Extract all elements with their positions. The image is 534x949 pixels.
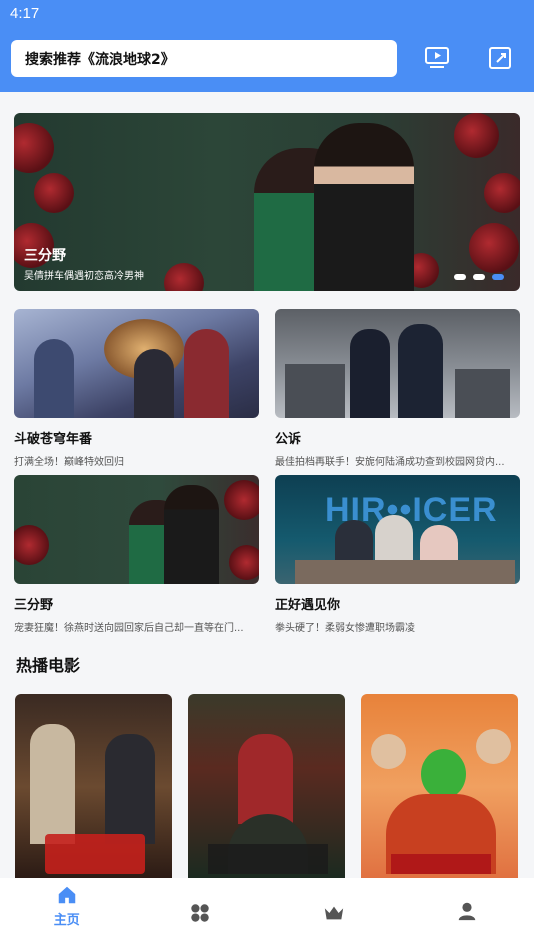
- card-thumbnail: [275, 309, 520, 418]
- category-icon: [191, 904, 209, 922]
- movie-poster[interactable]: [15, 694, 172, 880]
- grid-card[interactable]: 斗破苍穹年番 打满全场！巅峰特效回归: [14, 309, 259, 468]
- grid-card[interactable]: 三分野 宠妻狂魔！徐燕时送向园回家后自己却一直等在门...: [14, 475, 259, 634]
- grid-card[interactable]: 公诉 最佳拍档再联手！安旎何陆涌成功查到校园网贷内...: [275, 309, 520, 468]
- nav-item-home[interactable]: 主页: [0, 878, 134, 949]
- banner-carousel[interactable]: 三分野 吴倩拼车偶遇初恋高冷男神: [14, 113, 520, 291]
- section-title-hot-movies: 热播电影: [16, 656, 81, 675]
- movie-poster[interactable]: [188, 694, 345, 880]
- grid-card[interactable]: HIR••ICER 正好遇见你 拳头硬了！柔弱女惨遭职场霸凌: [275, 475, 520, 634]
- card-description: 打满全场！巅峰特效回归: [14, 457, 124, 468]
- history-icon[interactable]: [487, 45, 513, 71]
- card-description: 拳头硬了！柔弱女惨遭职场霸凌: [275, 623, 415, 634]
- card-title: 正好遇见你: [275, 598, 341, 613]
- nav-label-home: 主页: [53, 913, 80, 928]
- banner-title: 三分野: [24, 248, 66, 264]
- card-title: 斗破苍穹年番: [14, 432, 93, 447]
- play-screen-icon[interactable]: [424, 45, 450, 71]
- card-description: 宠妻狂魔！徐燕时送向园回家后自己却一直等在门...: [14, 623, 244, 634]
- card-title: 三分野: [14, 598, 54, 613]
- banner-subtitle: 吴倩拼车偶遇初恋高冷男神: [24, 271, 144, 282]
- carousel-dot-active: [492, 274, 504, 280]
- carousel-dot: [473, 274, 485, 280]
- nav-item-profile[interactable]: [401, 878, 534, 949]
- card-thumbnail: [14, 475, 259, 584]
- home-icon: [58, 886, 75, 904]
- card-title: 公诉: [275, 432, 302, 447]
- card-thumbnail: HIR••ICER: [275, 475, 520, 584]
- crown-icon: [324, 906, 343, 920]
- nav-item-category[interactable]: [134, 878, 268, 949]
- nav-item-vip[interactable]: [267, 878, 401, 949]
- carousel-indicator: [454, 274, 504, 280]
- card-description: 最佳拍档再联手！安旎何陆涌成功查到校园网贷内...: [275, 457, 505, 468]
- card-thumbnail: [14, 309, 259, 418]
- user-icon: [459, 902, 476, 921]
- bottom-navigation: 主页: [0, 878, 534, 949]
- carousel-dot: [454, 274, 466, 280]
- search-input[interactable]: 搜索推荐《流浪地球2》: [11, 40, 397, 77]
- movie-poster[interactable]: [361, 694, 518, 880]
- top-header: 4:17 搜索推荐《流浪地球2》: [0, 0, 534, 92]
- status-time: 4:17: [10, 5, 40, 22]
